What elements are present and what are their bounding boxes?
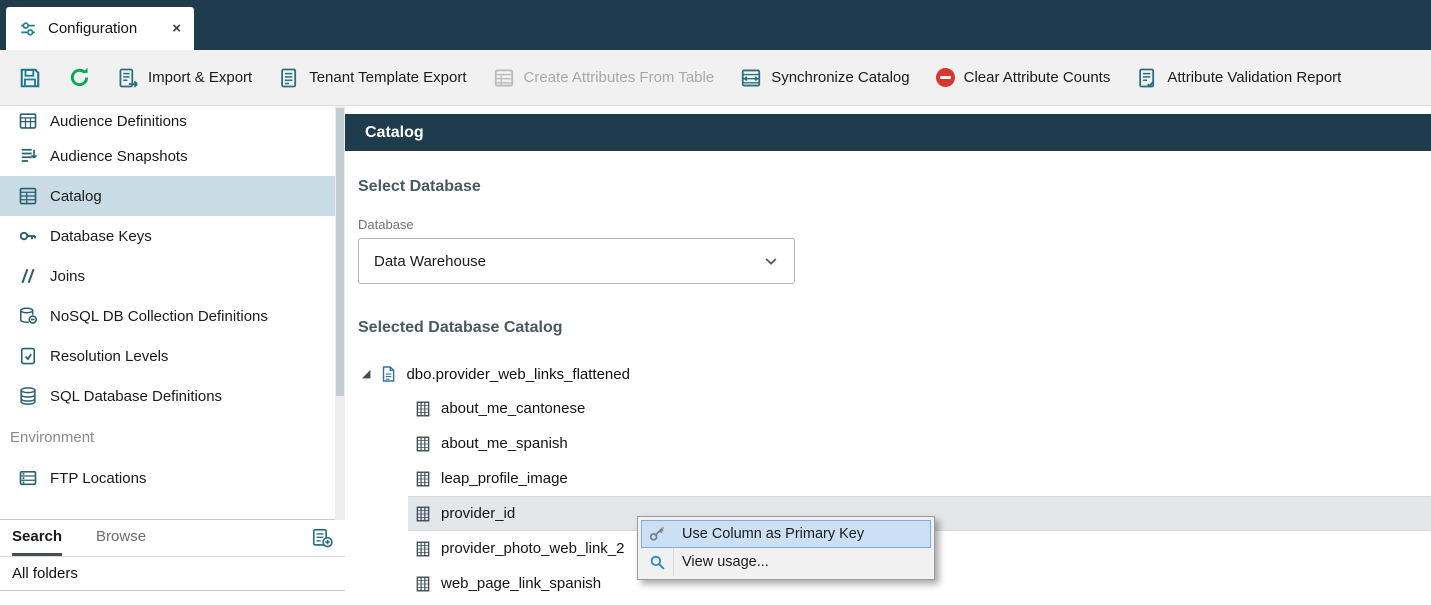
- clear-attribute-counts-button[interactable]: Clear Attribute Counts: [936, 68, 1111, 87]
- column-icon: [414, 400, 432, 418]
- attribute-validation-report-button[interactable]: Attribute Validation Report: [1136, 67, 1341, 89]
- page-export-icon: [278, 67, 300, 89]
- tab-browse[interactable]: Browse: [96, 520, 146, 556]
- audience-snapshots-icon: [18, 146, 38, 166]
- sidebar-item-label: FTP Locations: [50, 470, 146, 487]
- menu-item-label: View usage...: [682, 554, 769, 570]
- tab-title: Configuration: [48, 20, 137, 37]
- sidebar-item-audience-snapshots[interactable]: Audience Snapshots: [0, 136, 335, 176]
- primary-key-icon: [642, 525, 672, 543]
- column-icon: [414, 470, 432, 488]
- database-select[interactable]: Data Warehouse: [358, 238, 795, 284]
- tree-column-label: provider_id: [441, 505, 515, 522]
- ftp-server-icon: [18, 468, 38, 488]
- sidebar-item-label: NoSQL DB Collection Definitions: [50, 308, 268, 325]
- table-icon: [493, 67, 515, 89]
- chevron-down-icon: [763, 253, 779, 269]
- column-icon: [414, 435, 432, 453]
- attribute-validation-report-label: Attribute Validation Report: [1167, 69, 1341, 86]
- tree-column-about_me_cantonese[interactable]: about_me_cantonese: [408, 391, 1431, 426]
- save-icon: [18, 66, 42, 90]
- sidebar-item-joins[interactable]: Joins: [0, 256, 335, 296]
- add-folder-button[interactable]: [311, 527, 333, 549]
- import-export-button[interactable]: Import & Export: [117, 67, 252, 89]
- database-field-label: Database: [358, 217, 1431, 232]
- sidebar-scrollbar-thumb[interactable]: [336, 108, 344, 396]
- sidebar-item-label: Resolution Levels: [50, 348, 168, 365]
- tab-close-icon[interactable]: ×: [172, 20, 181, 37]
- menu-item-view-usage[interactable]: View usage...: [641, 548, 931, 576]
- sidebar-item-label: Catalog: [50, 188, 102, 205]
- tree-column-leap_profile_image[interactable]: leap_profile_image: [408, 461, 1431, 496]
- refresh-icon: [68, 66, 91, 89]
- sidebar-item-audience-definitions[interactable]: Audience Definitions: [0, 106, 335, 136]
- sidebar-section-environment: Environment: [0, 416, 335, 458]
- nosql-db-icon: [18, 306, 38, 326]
- sql-database-icon: [18, 386, 38, 406]
- sidebar-item-nosql-db-collection-definitions[interactable]: NoSQL DB Collection Definitions: [0, 296, 335, 336]
- tree-column-label: about_me_cantonese: [441, 400, 585, 417]
- sidebar-item-label: Database Keys: [50, 228, 152, 245]
- sidebar-item-ftp-locations[interactable]: FTP Locations: [0, 458, 335, 498]
- sidebar-item-sql-database-definitions[interactable]: SQL Database Definitions: [0, 376, 335, 416]
- tree-column-label: about_me_spanish: [441, 435, 568, 452]
- minus-circle-icon: [936, 68, 955, 87]
- tree-column-about_me_spanish[interactable]: about_me_spanish: [408, 426, 1431, 461]
- select-database-heading: Select Database: [358, 178, 1431, 196]
- tab-configuration[interactable]: Configuration ×: [6, 7, 194, 50]
- sidebar: Audience Definitions Audience Snapshots: [0, 106, 345, 604]
- tenant-template-export-button[interactable]: Tenant Template Export: [278, 67, 466, 89]
- column-icon: [414, 540, 432, 558]
- table-sync-icon: [740, 67, 762, 89]
- table-document-icon: [379, 365, 397, 383]
- tree-expand-icon[interactable]: ◢: [362, 369, 370, 380]
- sidebar-item-database-keys[interactable]: Database Keys: [0, 216, 335, 256]
- sidebar-scrollbar[interactable]: [335, 106, 345, 520]
- tab-search[interactable]: Search: [12, 520, 62, 556]
- synchronize-catalog-label: Synchronize Catalog: [771, 69, 909, 86]
- all-folders-item[interactable]: All folders: [0, 557, 345, 591]
- menu-item-label: Use Column as Primary Key: [682, 526, 864, 542]
- column-icon: [414, 575, 432, 593]
- tree-root-label: dbo.provider_web_links_flattened: [406, 366, 629, 383]
- report-icon: [1136, 67, 1158, 89]
- sidebar-item-label: Audience Definitions: [50, 113, 187, 130]
- tenant-template-export-label: Tenant Template Export: [309, 69, 466, 86]
- sidebar-item-catalog[interactable]: Catalog: [0, 176, 335, 216]
- save-button[interactable]: [18, 66, 42, 90]
- catalog-icon: [18, 186, 38, 206]
- window-header: Configuration ×: [0, 0, 1431, 50]
- panel-title: Catalog: [345, 114, 1431, 151]
- clear-attribute-counts-label: Clear Attribute Counts: [964, 69, 1111, 86]
- sidebar-item-resolution-levels[interactable]: Resolution Levels: [0, 336, 335, 376]
- audience-definitions-icon: [18, 111, 38, 131]
- magnifier-icon: [642, 554, 672, 571]
- menu-item-use-column-as-primary-key[interactable]: Use Column as Primary Key: [641, 520, 931, 548]
- joins-icon: [18, 266, 38, 286]
- resolution-levels-icon: [18, 346, 38, 366]
- tree-root-row[interactable]: ◢ dbo.provider_web_links_flattened: [358, 357, 1431, 391]
- key-icon: [18, 226, 38, 246]
- sidebar-item-label: Audience Snapshots: [50, 148, 188, 165]
- sidebar-item-label: Joins: [50, 268, 85, 285]
- page-arrows-icon: [117, 67, 139, 89]
- tree-column-label: web_page_link_spanish: [441, 575, 601, 592]
- create-attributes-from-table-button: Create Attributes From Table: [493, 67, 715, 89]
- toolbar: Import & Export Tenant Template Export C…: [0, 50, 1431, 106]
- database-select-value: Data Warehouse: [374, 253, 486, 270]
- import-export-label: Import & Export: [148, 69, 252, 86]
- context-menu: Use Column as Primary Key View usage...: [637, 516, 935, 580]
- selected-database-catalog-heading: Selected Database Catalog: [358, 319, 1431, 337]
- column-icon: [414, 505, 432, 523]
- sidebar-tabs: Search Browse: [0, 519, 345, 557]
- sliders-icon: [19, 20, 37, 38]
- tree-column-label: provider_photo_web_link_2: [441, 540, 624, 557]
- create-attributes-from-table-label: Create Attributes From Table: [524, 69, 715, 86]
- synchronize-catalog-button[interactable]: Synchronize Catalog: [740, 67, 909, 89]
- sidebar-item-label: SQL Database Definitions: [50, 388, 222, 405]
- refresh-button[interactable]: [68, 66, 91, 89]
- tree-column-label: leap_profile_image: [441, 470, 568, 487]
